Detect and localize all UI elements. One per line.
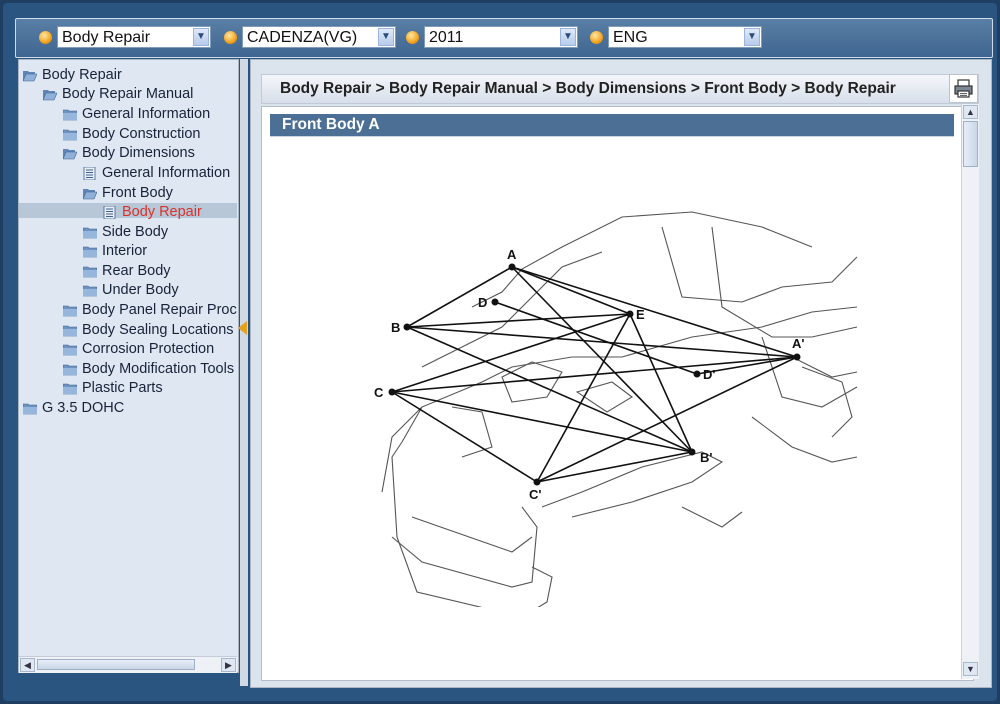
folder-icon bbox=[63, 364, 77, 376]
folder-icon bbox=[63, 344, 77, 356]
front-body-dimension-diagram: A B C D E A' B' C' D' bbox=[374, 211, 858, 607]
print-button[interactable] bbox=[949, 74, 978, 103]
folder-icon bbox=[83, 227, 97, 239]
scroll-thumb[interactable] bbox=[37, 659, 195, 670]
filter-toolbar: Body Repair ▼ CADENZA(VG) ▼ 2011 ▼ ENG ▼ bbox=[15, 18, 993, 58]
point-a bbox=[508, 263, 516, 271]
folder-icon bbox=[23, 403, 37, 415]
folder-icon bbox=[83, 285, 97, 297]
document-icon bbox=[103, 206, 116, 219]
point-d bbox=[491, 298, 499, 306]
folder-open-icon bbox=[63, 149, 77, 160]
scroll-left-icon[interactable]: ◀ bbox=[20, 658, 35, 672]
collapse-panel-icon[interactable] bbox=[238, 321, 247, 335]
label-e: E bbox=[636, 307, 645, 322]
content-vertical-scrollbar[interactable]: ▲ ▼ bbox=[961, 104, 979, 679]
section-title: Front Body A bbox=[282, 116, 380, 133]
point-a-prime bbox=[793, 353, 801, 361]
body-structure-drawing bbox=[381, 211, 858, 607]
folder-open-icon bbox=[43, 90, 57, 101]
scroll-thumb[interactable] bbox=[963, 121, 978, 167]
point-d-prime bbox=[693, 370, 701, 378]
navigation-tree: Body Repair Body Repair Manual General I… bbox=[18, 59, 239, 673]
bullet-icon bbox=[590, 31, 603, 44]
label-a: A bbox=[507, 247, 517, 262]
scroll-down-icon[interactable]: ▼ bbox=[963, 662, 978, 676]
engine-select[interactable]: ENG ▼ bbox=[608, 26, 762, 48]
chevron-down-icon[interactable]: ▼ bbox=[744, 28, 760, 46]
label-d: D bbox=[478, 295, 487, 310]
folder-icon bbox=[83, 266, 97, 278]
app-window: Body Repair ▼ CADENZA(VG) ▼ 2011 ▼ ENG ▼ bbox=[3, 3, 997, 701]
breadcrumb-text: Body Repair > Body Repair Manual > Body … bbox=[280, 80, 896, 97]
folder-icon bbox=[83, 246, 97, 258]
scroll-up-icon[interactable]: ▲ bbox=[963, 105, 978, 119]
breadcrumb: Body Repair > Body Repair Manual > Body … bbox=[261, 74, 979, 104]
chevron-down-icon[interactable]: ▼ bbox=[378, 28, 394, 46]
panel-splitter[interactable] bbox=[240, 59, 248, 686]
document-icon bbox=[83, 167, 96, 180]
folder-icon bbox=[63, 325, 77, 337]
bullet-icon bbox=[224, 31, 237, 44]
folder-icon bbox=[63, 383, 77, 395]
scroll-right-icon[interactable]: ▶ bbox=[221, 658, 236, 672]
point-e bbox=[626, 310, 634, 318]
chevron-down-icon[interactable]: ▼ bbox=[193, 28, 209, 46]
chevron-down-icon[interactable]: ▼ bbox=[560, 28, 576, 46]
point-c bbox=[388, 388, 396, 396]
document-view: Front Body A A B C D E A' B' C' D' bbox=[261, 106, 974, 681]
content-panel: Body Repair > Body Repair Manual > Body … bbox=[250, 59, 992, 688]
folder-icon bbox=[63, 305, 77, 317]
label-c: C bbox=[374, 385, 384, 400]
label-c-prime: C' bbox=[529, 487, 541, 502]
folder-open-icon bbox=[83, 189, 97, 200]
folder-icon bbox=[63, 109, 77, 121]
label-d-prime: D' bbox=[703, 367, 715, 382]
point-c-prime bbox=[533, 478, 541, 486]
point-b-prime bbox=[688, 448, 696, 456]
label-b-prime: B' bbox=[700, 450, 712, 465]
bullet-icon bbox=[39, 31, 52, 44]
label-b: B bbox=[391, 320, 400, 335]
folder-icon bbox=[63, 129, 77, 141]
year-select[interactable]: 2011 ▼ bbox=[424, 26, 578, 48]
point-b bbox=[403, 323, 411, 331]
measurement-lines bbox=[391, 266, 798, 483]
model-select[interactable]: CADENZA(VG) ▼ bbox=[242, 26, 396, 48]
sidebar-horizontal-scrollbar[interactable]: ◀ ▶ bbox=[19, 656, 237, 673]
folder-open-icon bbox=[23, 71, 37, 82]
bullet-icon bbox=[406, 31, 419, 44]
printer-icon bbox=[954, 79, 973, 98]
section-header: Front Body A bbox=[270, 114, 954, 137]
label-a-prime: A' bbox=[792, 336, 804, 351]
category-select[interactable]: Body Repair ▼ bbox=[57, 26, 211, 48]
